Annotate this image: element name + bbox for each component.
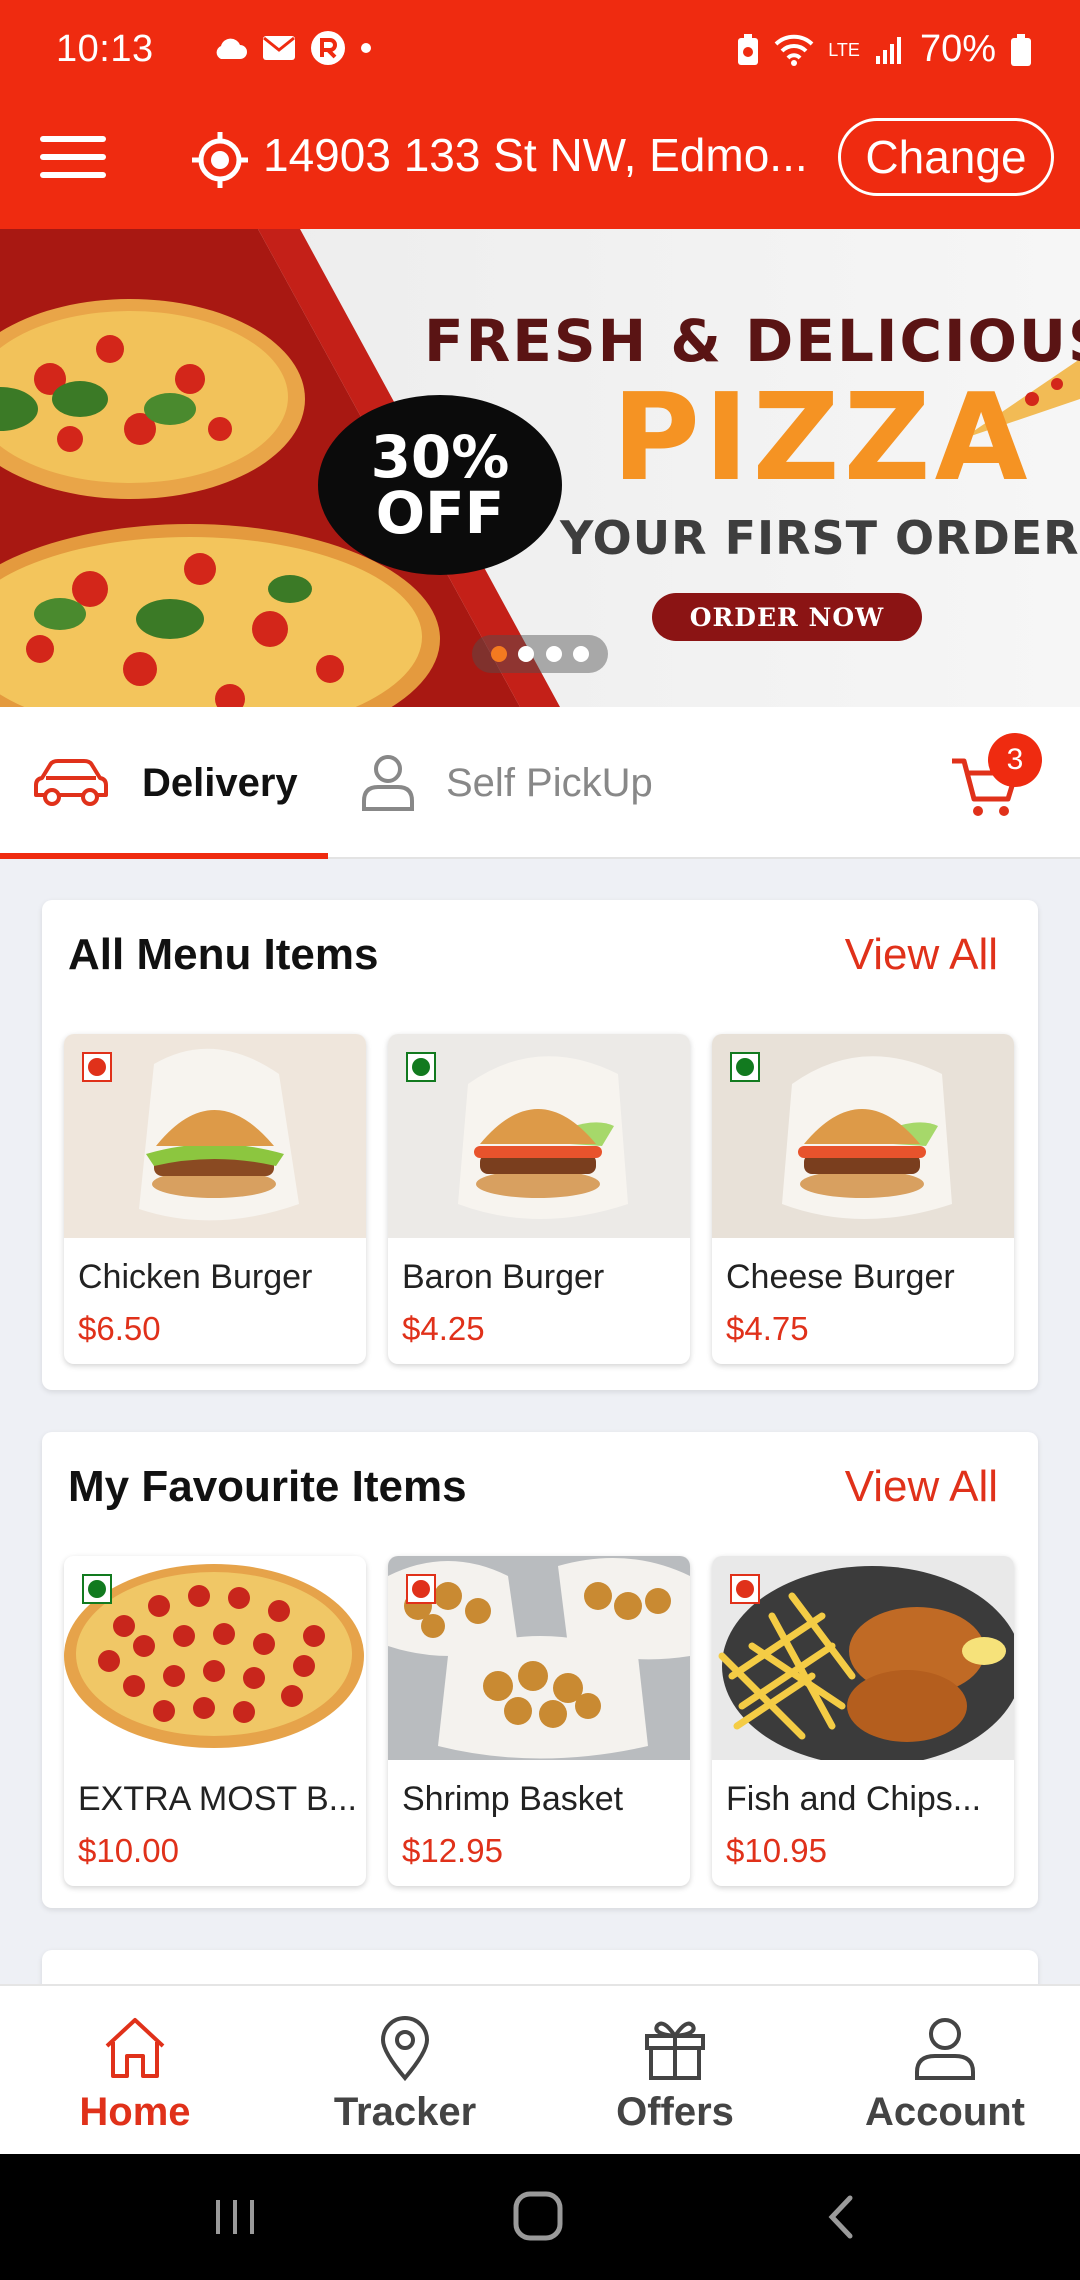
delivery-address[interactable]: 14903 133 St NW, Edmo... <box>263 128 823 182</box>
banner-headline: FRESH & DELICIOUS <box>424 307 1080 375</box>
account-icon <box>915 2018 975 2080</box>
status-system-icons: LTE 70% <box>736 28 1032 71</box>
carousel-dot[interactable] <box>572 646 589 662</box>
section-title: My Favourite Items <box>68 1462 467 1511</box>
nav-offers[interactable]: Offers <box>540 1986 810 2156</box>
battery-saver-icon <box>738 33 759 65</box>
change-address-button[interactable]: Change <box>838 118 1054 196</box>
item-name: Baron Burger <box>402 1258 605 1296</box>
nav-account-label: Account <box>865 2090 1025 2134</box>
map-pin-icon <box>380 2016 430 2082</box>
menu-item-card[interactable]: Baron Burger $4.25 <box>388 1034 690 1364</box>
carousel-dot[interactable] <box>545 646 562 662</box>
cloud-icon <box>216 38 247 59</box>
home-icon <box>105 2018 165 2078</box>
tab-pickup-label: Self PickUp <box>446 760 653 805</box>
section-my-favourite-items: My Favourite Items View All EXTRA MOST B… <box>42 1432 1038 1908</box>
order-now-button[interactable]: ORDER NOW <box>652 593 922 641</box>
menu-item-card[interactable]: Cheese Burger $4.75 <box>712 1034 1014 1364</box>
bottom-navigation: Home Tracker Offers Account <box>0 1984 1080 2154</box>
carousel-dot[interactable] <box>491 646 508 662</box>
item-name: Cheese Burger <box>726 1258 955 1296</box>
item-name: EXTRA MOST B... <box>78 1780 357 1818</box>
nav-home[interactable]: Home <box>0 1986 270 2156</box>
nav-offers-label: Offers <box>616 2090 734 2134</box>
menu-item-card[interactable]: EXTRA MOST B... $10.00 <box>64 1556 366 1886</box>
wifi-icon <box>774 34 814 66</box>
menu-item-card[interactable]: Fish and Chips... $10.95 <box>712 1556 1014 1886</box>
signal-icon <box>875 36 901 64</box>
location-target-icon <box>192 132 248 188</box>
section-all-menu-items: All Menu Items View All Chicken Burger $… <box>42 900 1038 1390</box>
mail-icon <box>263 36 295 60</box>
veg-indicator-icon <box>82 1574 112 1604</box>
item-name: Shrimp Basket <box>402 1780 624 1818</box>
nav-account[interactable]: Account <box>810 1986 1080 2156</box>
status-bar: 10:13 LTE 70% <box>0 0 1080 102</box>
item-price: $12.95 <box>402 1832 503 1869</box>
veg-indicator-icon <box>730 1052 760 1082</box>
item-price: $4.75 <box>726 1310 809 1347</box>
item-name: Chicken Burger <box>78 1258 313 1296</box>
item-price: $10.00 <box>78 1832 179 1869</box>
item-name: Fish and Chips... <box>726 1780 982 1818</box>
banner-subline: YOUR FIRST ORDER <box>560 511 1080 565</box>
item-price: $4.25 <box>402 1310 485 1347</box>
home-button-icon[interactable] <box>512 2190 564 2242</box>
pizza-image <box>0 299 305 499</box>
battery-icon <box>1011 33 1031 66</box>
status-notification-icons <box>212 30 372 66</box>
hamburger-menu-icon[interactable] <box>40 136 106 186</box>
banner-product: PIZZA <box>612 369 1032 508</box>
section-title: All Menu Items <box>68 930 379 979</box>
network-label: LTE <box>828 39 860 60</box>
non-veg-indicator-icon <box>406 1574 436 1604</box>
non-veg-indicator-icon <box>730 1574 760 1604</box>
status-time: 10:13 <box>56 28 154 70</box>
non-veg-indicator-icon <box>82 1052 112 1082</box>
battery-percent: 70% <box>919 28 996 70</box>
location-bar: 14903 133 St NW, Edmo... Change <box>0 110 1080 210</box>
active-tab-indicator <box>0 853 328 859</box>
nav-tracker[interactable]: Tracker <box>270 1986 540 2156</box>
view-all-link[interactable]: View All <box>845 930 998 980</box>
carousel-indicator[interactable] <box>472 635 608 673</box>
veg-indicator-icon <box>406 1052 436 1082</box>
menu-item-card[interactable]: Shrimp Basket $12.95 <box>388 1556 690 1886</box>
nav-home-label: Home <box>79 2090 191 2134</box>
item-price: $6.50 <box>78 1310 161 1347</box>
car-icon <box>34 759 108 806</box>
tab-self-pickup[interactable]: Self PickUp <box>360 707 653 859</box>
menu-item-card[interactable]: Chicken Burger $6.50 <box>64 1034 366 1364</box>
item-price: $10.95 <box>726 1832 827 1869</box>
tab-delivery-label: Delivery <box>142 760 298 805</box>
carousel-dot[interactable] <box>518 646 535 662</box>
gift-icon <box>645 2021 705 2080</box>
recent-apps-icon[interactable] <box>210 2192 260 2242</box>
discount-percent: 30% <box>370 423 510 491</box>
discount-off: OFF <box>375 479 505 547</box>
system-navigation-bar <box>0 2154 1080 2280</box>
nav-tracker-label: Tracker <box>333 2090 477 2134</box>
order-type-tabs: Delivery Self PickUp 3 <box>0 707 1080 859</box>
back-icon[interactable] <box>820 2192 860 2242</box>
discount-badge: 30% OFF <box>318 395 562 575</box>
view-all-link[interactable]: View All <box>845 1462 998 1512</box>
dot-icon <box>361 43 371 53</box>
tab-delivery[interactable]: Delivery <box>30 707 328 859</box>
app-badge-icon <box>311 31 345 65</box>
person-icon <box>362 755 414 811</box>
cart-count-badge: 3 <box>988 733 1042 787</box>
promo-banner[interactable]: 30% OFF FRESH & DELICIOUS PIZZA YOUR FIR… <box>0 229 1080 707</box>
app-header: 10:13 LTE 70% 14903 133 St NW, Edmo... C <box>0 0 1080 229</box>
